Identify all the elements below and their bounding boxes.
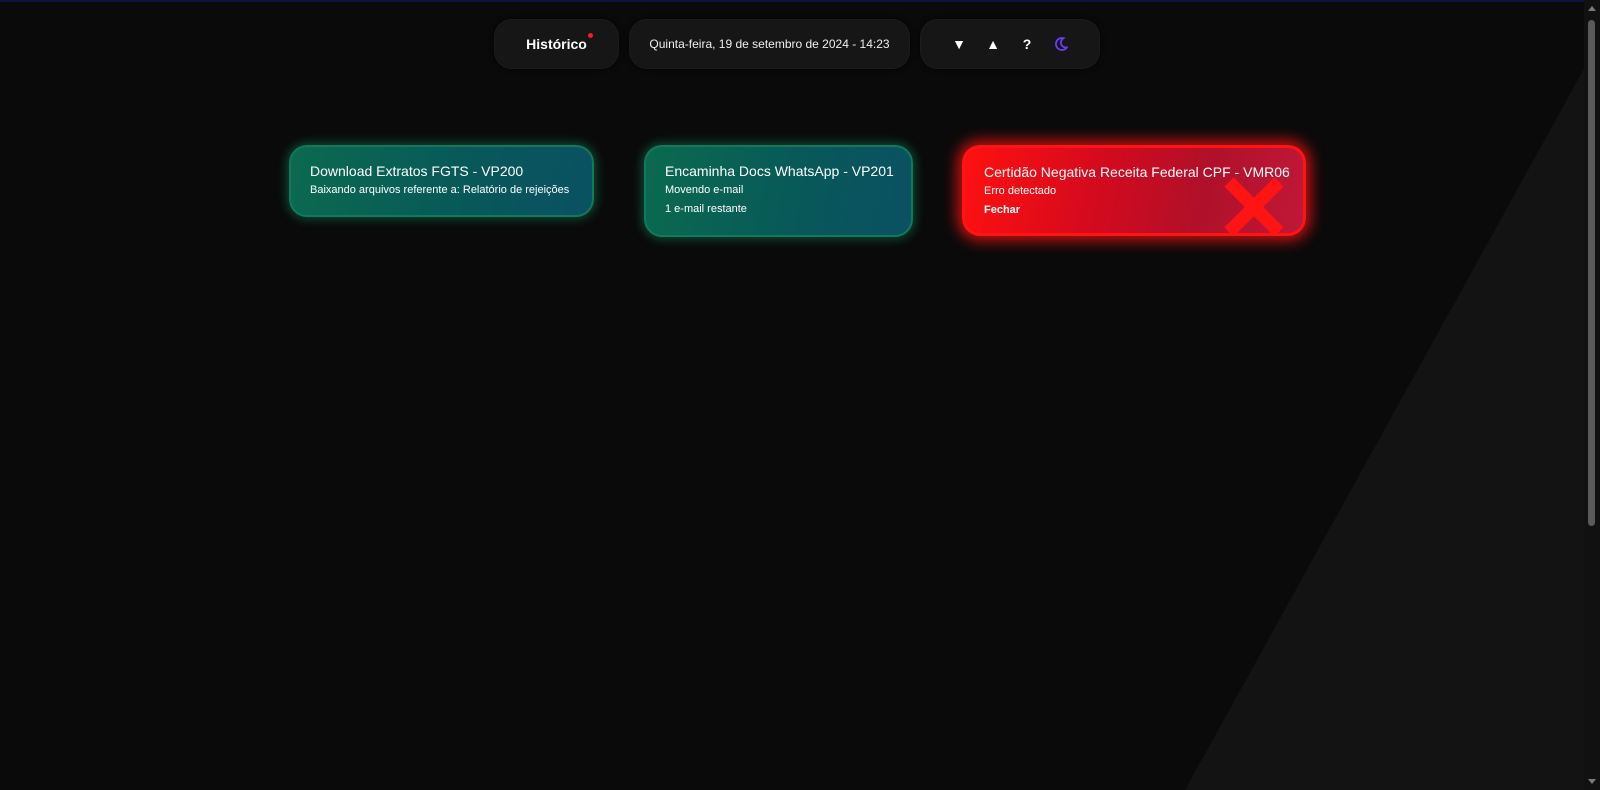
controls-group: ▼ ▲ ? — [920, 19, 1100, 69]
help-button[interactable]: ? — [1010, 27, 1044, 61]
close-button[interactable]: Fechar — [984, 204, 1020, 216]
history-button[interactable]: Histórico — [494, 19, 619, 69]
vertical-scrollbar[interactable] — [1584, 0, 1600, 790]
task-title: Download Extratos FGTS - VP200 — [310, 163, 524, 179]
theme-toggle-button[interactable] — [1044, 27, 1078, 61]
background-diagonal — [1185, 40, 1600, 790]
task-title: Encaminha Docs WhatsApp - VP201 — [665, 163, 894, 179]
task-card[interactable]: Encaminha Docs WhatsApp - VP201 Movendo … — [644, 145, 913, 237]
task-title: Certidão Negativa Receita Federal CPF - … — [984, 164, 1290, 180]
date-display: Quinta-feira, 19 de setembro de 2024 - 1… — [629, 19, 910, 69]
move-down-button[interactable]: ▼ — [942, 27, 976, 61]
task-remaining-text: 1 e-mail restante — [665, 203, 747, 215]
task-card[interactable]: Download Extratos FGTS - VP200 Baixando … — [289, 145, 594, 217]
moon-icon — [1055, 37, 1068, 51]
scroll-up-arrow[interactable] — [1588, 6, 1596, 11]
date-time-text: Quinta-feira, 19 de setembro de 2024 - 1… — [649, 37, 890, 51]
scrollbar-thumb[interactable] — [1588, 20, 1595, 526]
error-status-text: Erro detectado — [984, 185, 1057, 197]
move-up-button[interactable]: ▲ — [976, 27, 1010, 61]
task-status-text: Movendo e-mail — [665, 184, 744, 196]
task-status-text: Baixando arquivos referente a: Relatório… — [310, 184, 570, 196]
history-label: Histórico — [526, 33, 593, 52]
error-task-card[interactable]: Certidão Negativa Receita Federal CPF - … — [962, 145, 1306, 236]
app-page: Histórico Quinta-feira, 19 de setembro d… — [0, 0, 1600, 790]
scroll-down-arrow[interactable] — [1588, 779, 1596, 784]
notification-dot — [587, 33, 593, 38]
